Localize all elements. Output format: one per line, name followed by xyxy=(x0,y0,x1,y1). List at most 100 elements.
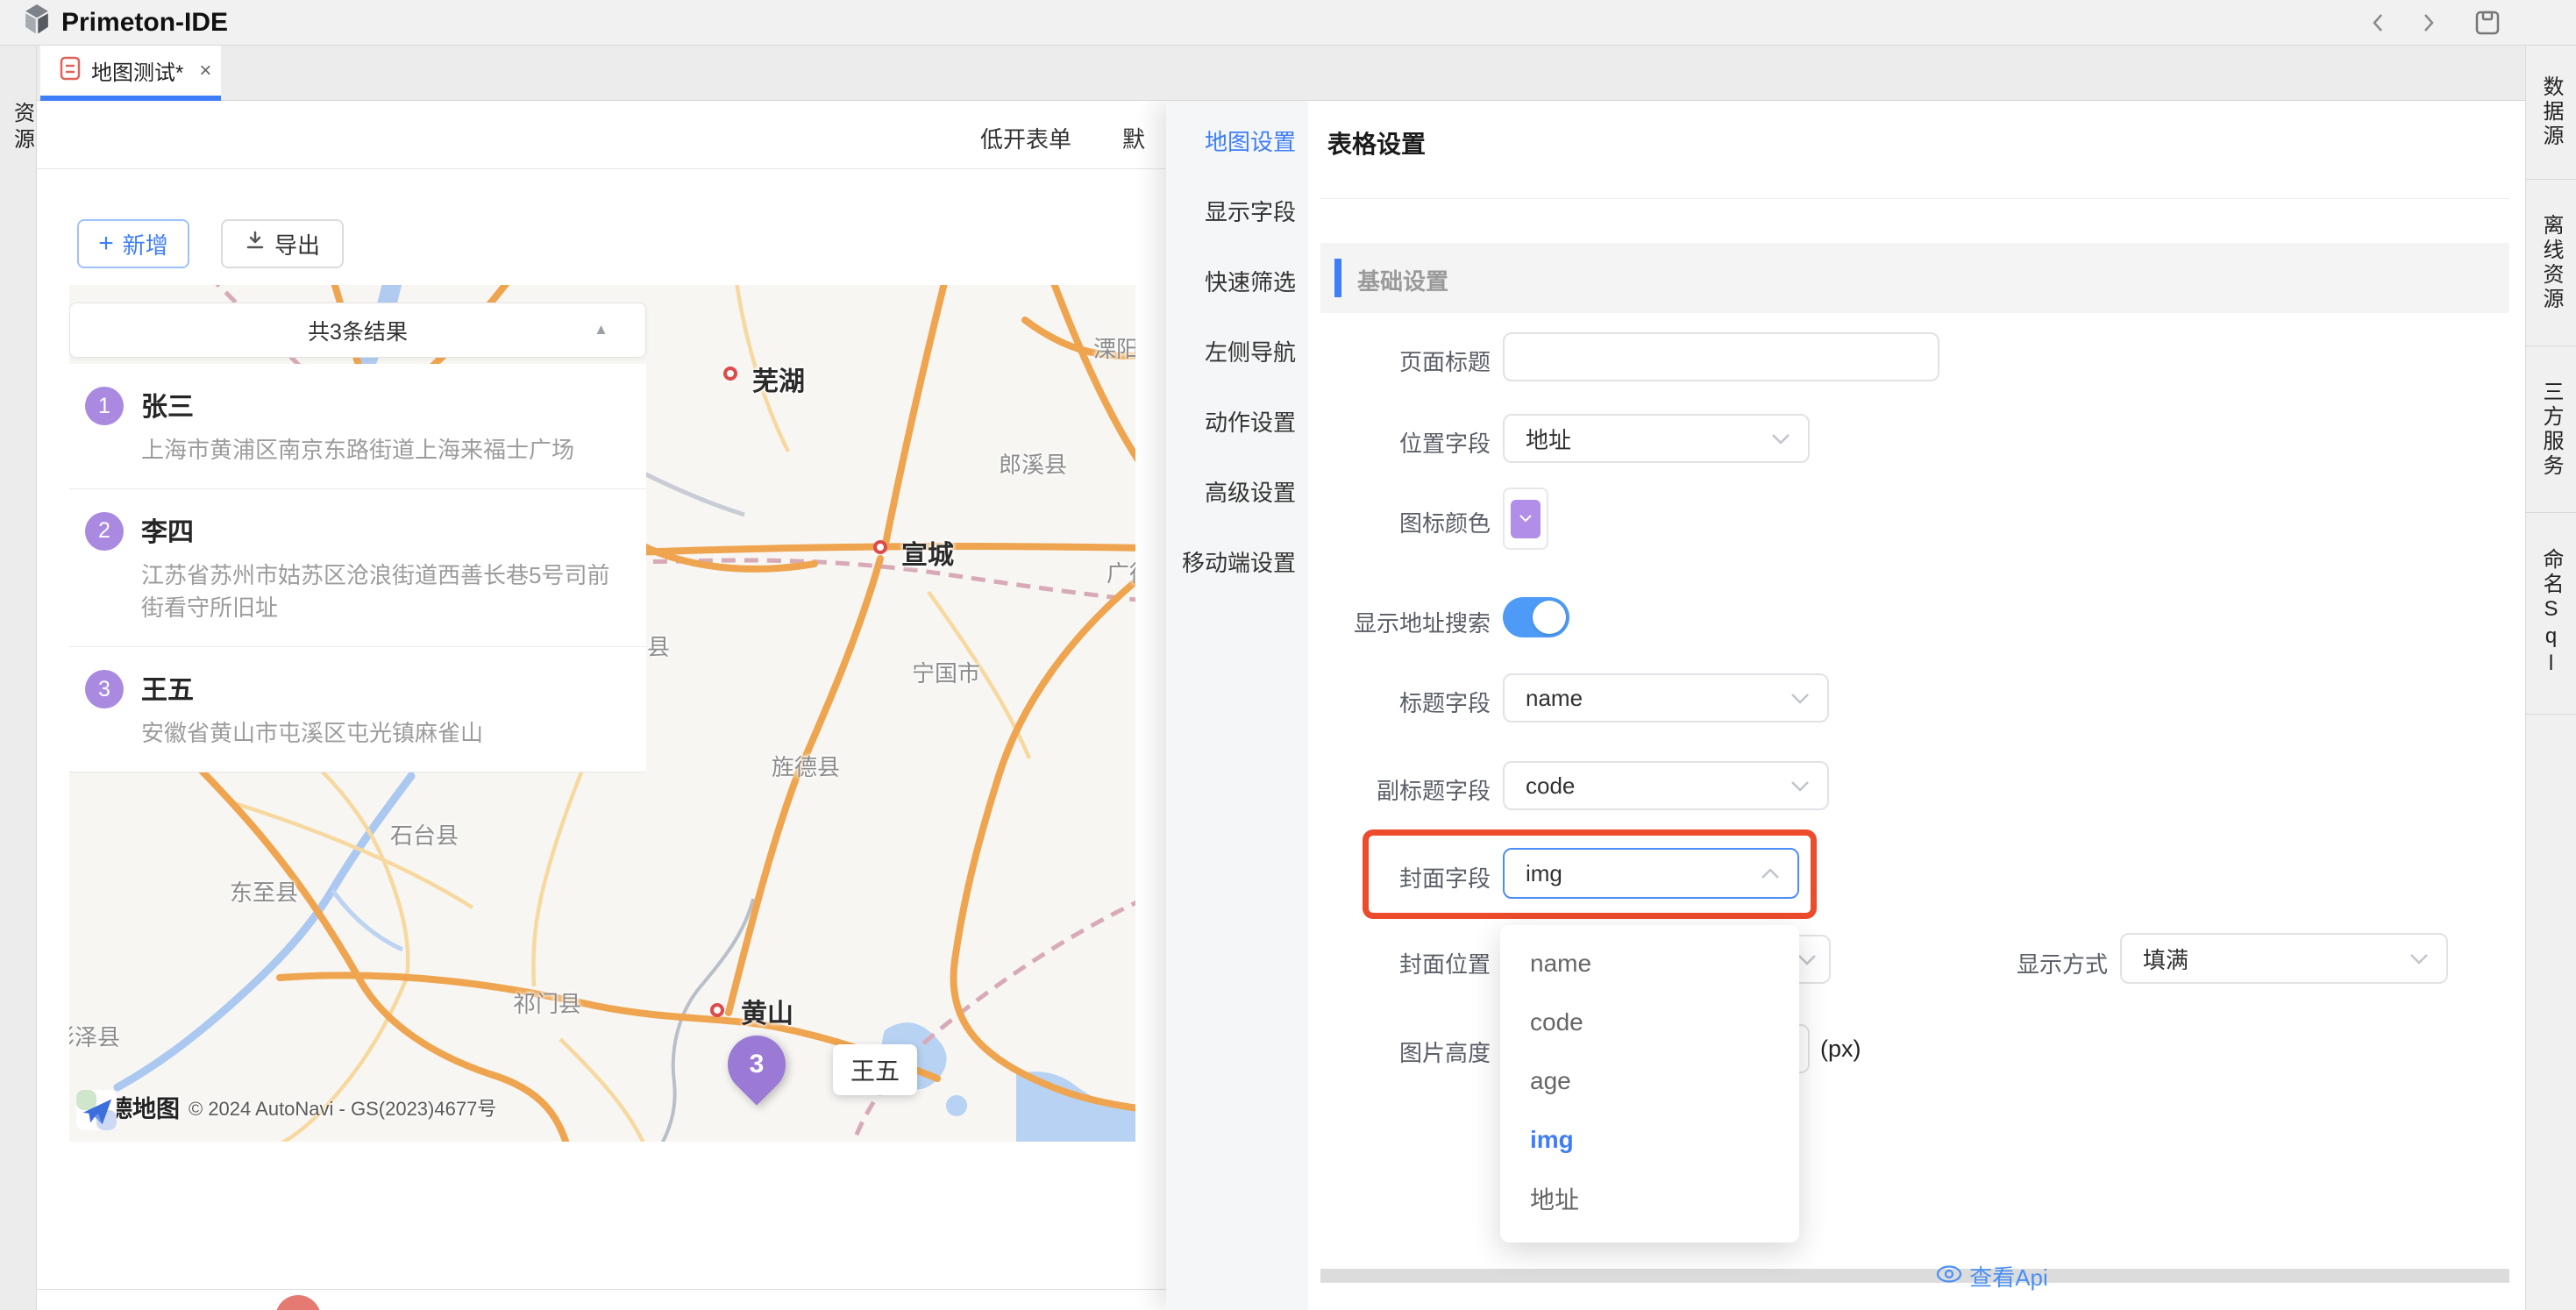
settings-main: 表格设置 基础设置 页面标题 位置字段 地址 图标颜色 显示地址搜索 标题字段 … xyxy=(1308,101,2525,1310)
add-button[interactable]: + 新增 xyxy=(77,219,189,268)
map-marker-label[interactable]: 王五 xyxy=(833,1044,917,1095)
section-accent-bar xyxy=(1334,259,1341,297)
dropdown-option-地址[interactable]: 地址 xyxy=(1500,1169,1799,1228)
settings-nav-item-0[interactable]: 地图设置 xyxy=(1205,125,1296,157)
city-marker-ring xyxy=(723,367,737,381)
item-number-badge: 3 xyxy=(85,670,124,708)
title-bar: Primeton-IDE xyxy=(0,0,2576,46)
history-forward-icon[interactable] xyxy=(2418,10,2439,36)
map-label-county-8: 石台县 xyxy=(390,818,459,851)
label-icon-color: 图标颜色 xyxy=(1228,506,1491,538)
chevron-down-icon xyxy=(1790,780,1810,792)
view-api-link[interactable]: 查看Api xyxy=(1834,1260,2150,1292)
label-cover-position: 封面位置 xyxy=(1228,947,1491,979)
right-rail-item-2[interactable]: 三方服务 xyxy=(2526,346,2576,513)
export-button[interactable]: 导出 xyxy=(221,219,344,268)
item-address: 安徽省黄山市屯溪区屯光镇麻雀山 xyxy=(141,717,483,751)
right-rail-item-label: 数据源 xyxy=(2536,75,2566,149)
design-canvas: 低开表单 默 xyxy=(37,101,1166,1310)
settings-nav-item-5[interactable]: 高级设置 xyxy=(1205,475,1296,508)
cover-field-dropdown: namecodeageimg地址 xyxy=(1500,925,1799,1242)
map-label-county-4: 广德市 xyxy=(1107,556,1135,588)
label-image-height: 图片高度 xyxy=(1228,1036,1491,1068)
dropdown-option-code[interactable]: code xyxy=(1500,993,1799,1051)
display-mode-select[interactable]: 填满 xyxy=(2120,933,2448,984)
result-count-text: 共3条结果 xyxy=(308,315,408,346)
settings-nav-item-6[interactable]: 移动端设置 xyxy=(1182,545,1296,578)
active-tab-underline xyxy=(40,96,221,101)
chevron-down-icon xyxy=(1790,693,1810,704)
item-name: 张三 xyxy=(141,385,574,424)
tab-close-icon[interactable]: × xyxy=(199,59,211,83)
item-number-badge: 1 xyxy=(85,387,124,425)
right-rail-item-0[interactable]: 数据源 xyxy=(2526,46,2576,180)
toggle-knob xyxy=(1533,601,1566,634)
label-title-field: 标题字段 xyxy=(1228,686,1491,718)
dropdown-option-img[interactable]: img xyxy=(1500,1110,1799,1169)
dropdown-option-age[interactable]: age xyxy=(1500,1051,1799,1110)
toolbar-item-default[interactable]: 默 xyxy=(1122,122,1145,154)
cover-field-select[interactable]: img xyxy=(1503,848,1799,899)
label-display-mode: 显示方式 xyxy=(1845,947,2108,979)
item-address: 上海市黄浦区南京东路街道上海来福士广场 xyxy=(141,434,574,467)
subtitle-field-select[interactable]: code xyxy=(1503,761,1829,810)
right-rail-item-label: 命名Sql xyxy=(2536,548,2566,679)
item-number-badge: 2 xyxy=(85,512,124,551)
canvas-bottom-divider xyxy=(37,1289,1166,1290)
map-label-county-2: 郎溪县 xyxy=(999,447,1067,480)
settings-nav-item-2[interactable]: 快速筛选 xyxy=(1205,265,1296,297)
chevron-down-icon xyxy=(2409,953,2429,965)
label-subtitle-field: 副标题字段 xyxy=(1228,773,1491,806)
chevron-up-icon xyxy=(1761,868,1780,879)
right-rail-item-1[interactable]: 离线资源 xyxy=(2526,180,2576,346)
map-label-county-9: 东至县 xyxy=(230,875,298,908)
download-icon xyxy=(245,230,266,259)
item-name: 王五 xyxy=(141,668,483,707)
section-basic-settings: 基础设置 xyxy=(1320,243,2509,313)
list-item-1[interactable]: 2李四江苏省苏州市姑苏区沧浪街道西善长巷5号司前街看守所旧址 xyxy=(69,489,646,647)
px-suffix: (px) xyxy=(1820,1036,1861,1063)
label-location-field: 位置字段 xyxy=(1228,426,1491,459)
tab-label: 地图测试* xyxy=(91,55,183,86)
tab-bar: 地图测试* × xyxy=(37,46,2525,101)
settings-panel: 地图设置显示字段快速筛选左侧导航动作设置高级设置移动端设置 表格设置 基础设置 … xyxy=(1166,101,2525,1310)
list-item-0[interactable]: 1 张三上海市黄浦区南京东路街道上海来福士广场 xyxy=(69,364,646,489)
export-button-label: 导出 xyxy=(274,228,320,260)
city-marker-ring xyxy=(873,540,887,554)
left-rail-item-resources[interactable]: 资源 xyxy=(7,102,30,154)
list-item-2[interactable]: 3 王五安徽省黄山市屯溪区屯光镇麻雀山 xyxy=(69,647,646,772)
add-button-label: 新增 xyxy=(123,228,168,260)
dropdown-option-name[interactable]: name xyxy=(1500,934,1799,993)
page-title-input[interactable] xyxy=(1503,332,1939,381)
map-label-county-10: 祁门县 xyxy=(513,986,581,1019)
label-cover-field: 封面字段 xyxy=(1228,861,1491,894)
map-label-city-3: 宣城 xyxy=(901,533,954,572)
settings-nav-item-1[interactable]: 显示字段 xyxy=(1205,195,1296,227)
map-label-city-12: 黄山 xyxy=(741,992,793,1030)
title-field-select[interactable]: name xyxy=(1503,673,1829,723)
map-label-county-11: 彭泽县 xyxy=(69,1020,120,1052)
collapse-triangle-icon[interactable]: ▲ xyxy=(594,321,608,338)
toolbar-item-lowcode-form[interactable]: 低开表单 xyxy=(980,122,1071,154)
app-logo-icon xyxy=(23,4,51,40)
map-label-county-1: 溧阳 xyxy=(1093,331,1135,364)
history-back-icon[interactable] xyxy=(2367,10,2388,36)
tab-file-icon xyxy=(60,56,81,85)
icon-color-picker[interactable] xyxy=(1503,488,1548,550)
result-count-header[interactable]: 共3条结果 ▲ xyxy=(69,303,646,358)
map-copyright: © 2024 AutoNavi - GS(2023)4677号 xyxy=(189,1093,496,1121)
tab-map-test[interactable]: 地图测试* × xyxy=(40,46,221,96)
right-rail-item-label: 离线资源 xyxy=(2536,214,2566,312)
chevron-down-icon xyxy=(1771,433,1790,445)
map-marker-pin[interactable]: 3 xyxy=(715,1023,797,1105)
red-floating-badge[interactable] xyxy=(275,1295,321,1310)
location-field-select[interactable]: 地址 xyxy=(1503,414,1810,463)
address-search-toggle[interactable] xyxy=(1503,597,1569,637)
color-swatch xyxy=(1511,500,1541,538)
right-rail-item-3[interactable]: 命名Sql xyxy=(2526,513,2576,715)
result-list: 1 张三上海市黄浦区南京东路街道上海来福士广场 2李四江苏省苏州市姑苏区沧浪街道西善… xyxy=(69,364,646,772)
chevron-down-icon xyxy=(1797,954,1817,965)
label-address-search: 显示地址搜索 xyxy=(1228,606,1491,638)
city-marker-ring xyxy=(710,1003,724,1017)
save-icon[interactable] xyxy=(2474,10,2501,36)
